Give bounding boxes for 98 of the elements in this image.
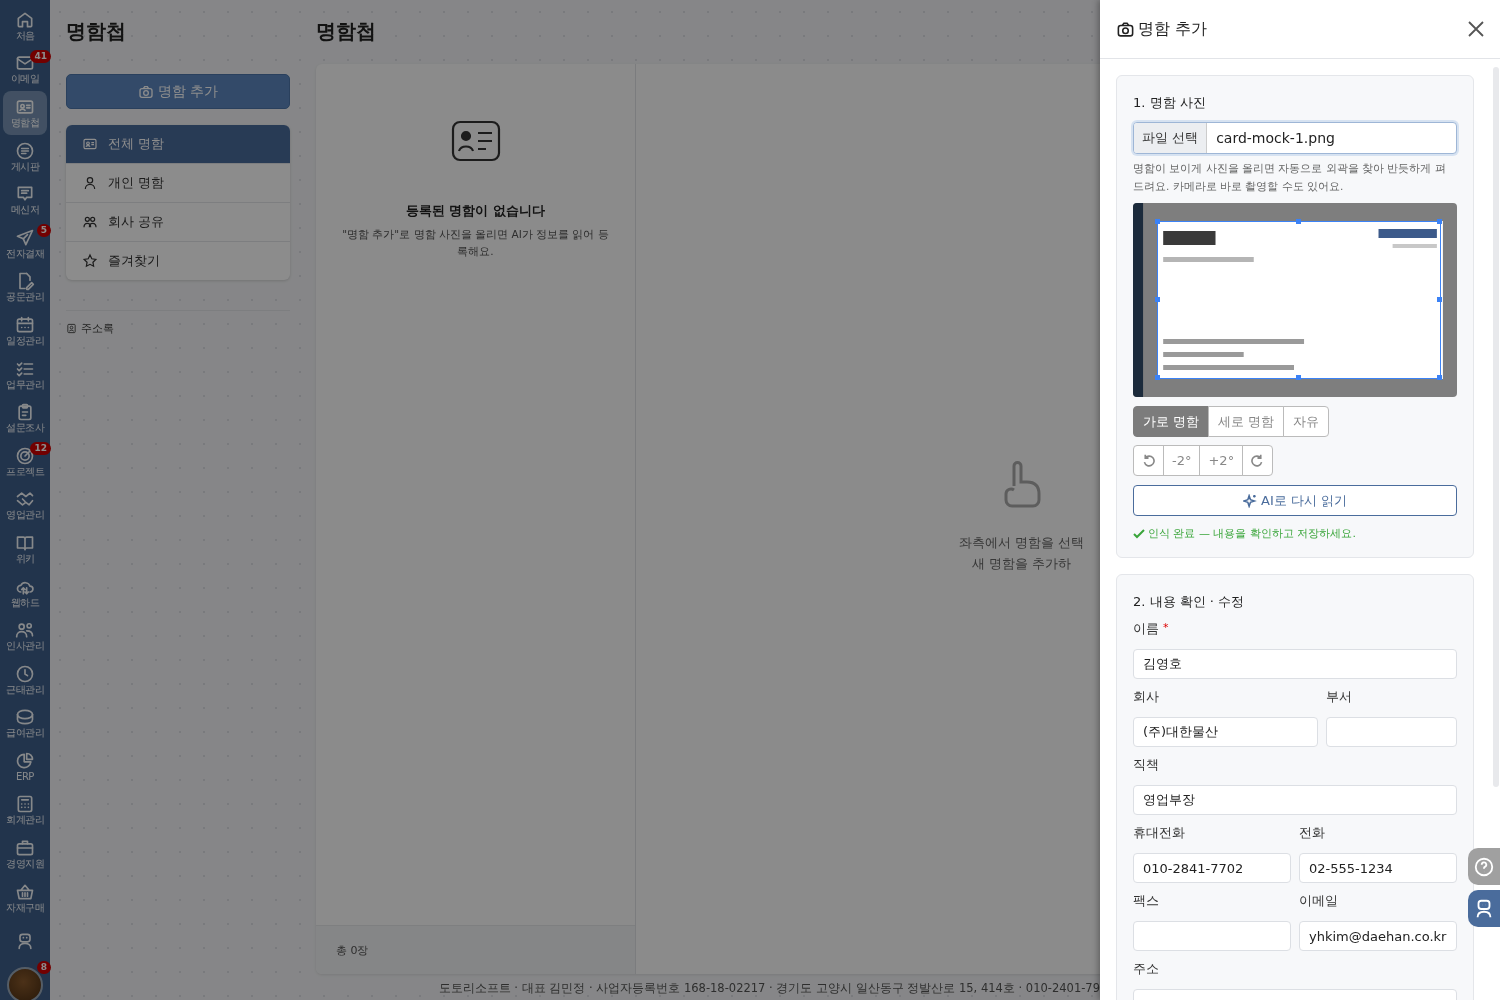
- required-mark: *: [1163, 621, 1169, 636]
- nav-item[interactable]: 공문관리: [3, 265, 47, 310]
- calculator-icon: [15, 794, 35, 815]
- field-label: 주소: [1133, 961, 1159, 978]
- field-label: 전화: [1299, 825, 1325, 842]
- nav-item[interactable]: 자재구매: [3, 875, 47, 920]
- field-label: 휴대전화: [1133, 825, 1185, 842]
- input-field[interactable]: 김영호: [1133, 649, 1457, 679]
- rotate-right-icon: [1251, 454, 1265, 467]
- nav-item[interactable]: 설문조사: [3, 396, 47, 440]
- rotate-step-button[interactable]: +2°: [1199, 445, 1244, 476]
- rotate-right-button[interactable]: [1242, 445, 1274, 476]
- empty-message: "명함 추가"로 명함 사진을 올리면 AI가 정보를 읽어 등록해요.: [342, 227, 609, 259]
- help-button[interactable]: [1468, 848, 1500, 885]
- field-label: 이름: [1133, 621, 1159, 638]
- people-icon: [82, 214, 98, 230]
- briefcase-icon: [15, 838, 35, 859]
- folder-item[interactable]: 즐겨찾기: [66, 241, 290, 280]
- target-icon: [15, 445, 35, 466]
- chatbot-button[interactable]: [1468, 890, 1500, 927]
- nav-item[interactable]: 업무관리: [3, 352, 47, 397]
- calendar-icon: [15, 314, 35, 335]
- input-field[interactable]: (주)대한물산: [1133, 717, 1318, 747]
- status-message: 인식 완료 — 내용을 확인하고 저장하세요.: [1148, 526, 1356, 541]
- input-field[interactable]: yhkim@daehan.co.kr: [1299, 921, 1457, 951]
- card-count: 총 0장: [316, 925, 635, 974]
- orientation-tab[interactable]: 가로 명함: [1133, 406, 1210, 437]
- orientation-tab[interactable]: 세로 명함: [1208, 406, 1285, 437]
- nav-item[interactable]: 영업관리: [3, 483, 47, 528]
- nav-item[interactable]: 인사관리: [3, 614, 47, 658]
- nav-item[interactable]: 메신저: [3, 178, 47, 222]
- nav-item[interactable]: 회계관리: [3, 788, 47, 833]
- field-label: 회사: [1133, 689, 1159, 706]
- choose-file-button[interactable]: 파일 선택: [1134, 123, 1208, 153]
- contact-icon: [66, 323, 77, 334]
- add-card-button[interactable]: 명함 추가: [66, 74, 290, 109]
- nav-item[interactable]: 급여관리: [3, 701, 47, 746]
- input-field[interactable]: 010-2841-7702: [1133, 853, 1291, 883]
- empty-title: 등록된 명함이 없습니다: [405, 202, 546, 220]
- field-label: 직책: [1133, 757, 1159, 774]
- nav-item[interactable]: 게시판: [3, 134, 47, 179]
- hint-text: 좌측에서 명함을 선택: [958, 534, 1084, 552]
- input-field[interactable]: [1326, 717, 1457, 747]
- avatar[interactable]: [7, 967, 43, 1000]
- document-icon: [15, 140, 35, 161]
- nav-item[interactable]: 일정관리: [3, 309, 47, 353]
- nav-item[interactable]: 근태관리: [3, 657, 47, 702]
- page-title: 명함첩: [316, 18, 376, 45]
- footer-text: 도토리소프트 · 대표 김민정 · 사업자등록번호 168-18-02217 · 경기도 고양시 일산동구 정발산로 15, 414호 · 010-2401-79: [438, 981, 1100, 996]
- robot-icon: [15, 931, 35, 952]
- input-field[interactable]: [1133, 921, 1291, 951]
- camera-icon: [137, 83, 154, 100]
- id-card-icon: [82, 136, 98, 152]
- clipboard-icon: [15, 402, 35, 423]
- nav-item[interactable]: ERP: [3, 745, 47, 789]
- nav-item[interactable]: 경영지원: [3, 832, 47, 876]
- input-field[interactable]: 영업부장: [1133, 785, 1457, 815]
- nav-item[interactable]: 위키: [3, 527, 47, 571]
- drawer-title: 명함 추가: [1138, 18, 1208, 40]
- camera-icon: [1116, 19, 1135, 39]
- sparkle-icon: [1243, 493, 1257, 508]
- field-label: 이메일: [1299, 893, 1338, 910]
- id-card-icon: [15, 97, 35, 117]
- person-icon: [82, 175, 98, 191]
- orientation-tab[interactable]: 자유: [1283, 406, 1330, 437]
- rotate-left-button[interactable]: [1133, 445, 1164, 476]
- clock-icon: [15, 663, 35, 684]
- nav-item[interactable]: 명함첩: [3, 91, 47, 135]
- crop-frame[interactable]: [1157, 221, 1441, 379]
- help-icon: [1473, 855, 1495, 878]
- folder-item[interactable]: 전체 명함: [66, 125, 290, 163]
- star-icon: [82, 253, 98, 269]
- input-field[interactable]: 02-555-1234: [1299, 853, 1457, 883]
- field-label: 부서: [1326, 689, 1352, 706]
- check-icon: [1133, 527, 1145, 540]
- count-badge: 12: [30, 441, 51, 455]
- id-card-icon: [450, 120, 501, 162]
- close-icon[interactable]: [1466, 19, 1486, 39]
- rotate-left-icon: [1142, 454, 1155, 467]
- count-badge: 41: [30, 49, 51, 63]
- count-badge: 8: [36, 961, 51, 975]
- section-heading: 1. 명함 사진: [1133, 94, 1207, 112]
- rotate-step-button[interactable]: -2°: [1163, 445, 1201, 476]
- count-badge: 5: [36, 223, 51, 237]
- pie-chart-icon: [15, 750, 35, 771]
- hint-text: 새 명함을 추가하: [971, 555, 1071, 573]
- paper-plane-icon: [15, 227, 35, 248]
- folder-item[interactable]: 회사 공유: [66, 202, 290, 241]
- file-input[interactable]: 파일 선택 card-mock-1.png: [1133, 122, 1457, 154]
- nav-item[interactable]: 처음: [3, 4, 47, 48]
- section-heading: 2. 내용 확인 · 수정: [1133, 593, 1246, 611]
- help-text: 명함이 보이게 사진을 올리면 자동으로 외곽을 찾아 반듯하게 펴 드려요. 카메라로 바로 촬영할 수도 있어요.: [1133, 161, 1447, 194]
- folder-item[interactable]: 개인 명함: [66, 163, 290, 202]
- ai-reread-button[interactable]: AI로 다시 읽기: [1133, 485, 1457, 516]
- address-book-link[interactable]: 주소록: [66, 310, 290, 336]
- page-title: 명함첩: [66, 18, 126, 45]
- field-label: 팩스: [1133, 893, 1159, 910]
- nav-item[interactable]: 웹하드: [3, 570, 47, 615]
